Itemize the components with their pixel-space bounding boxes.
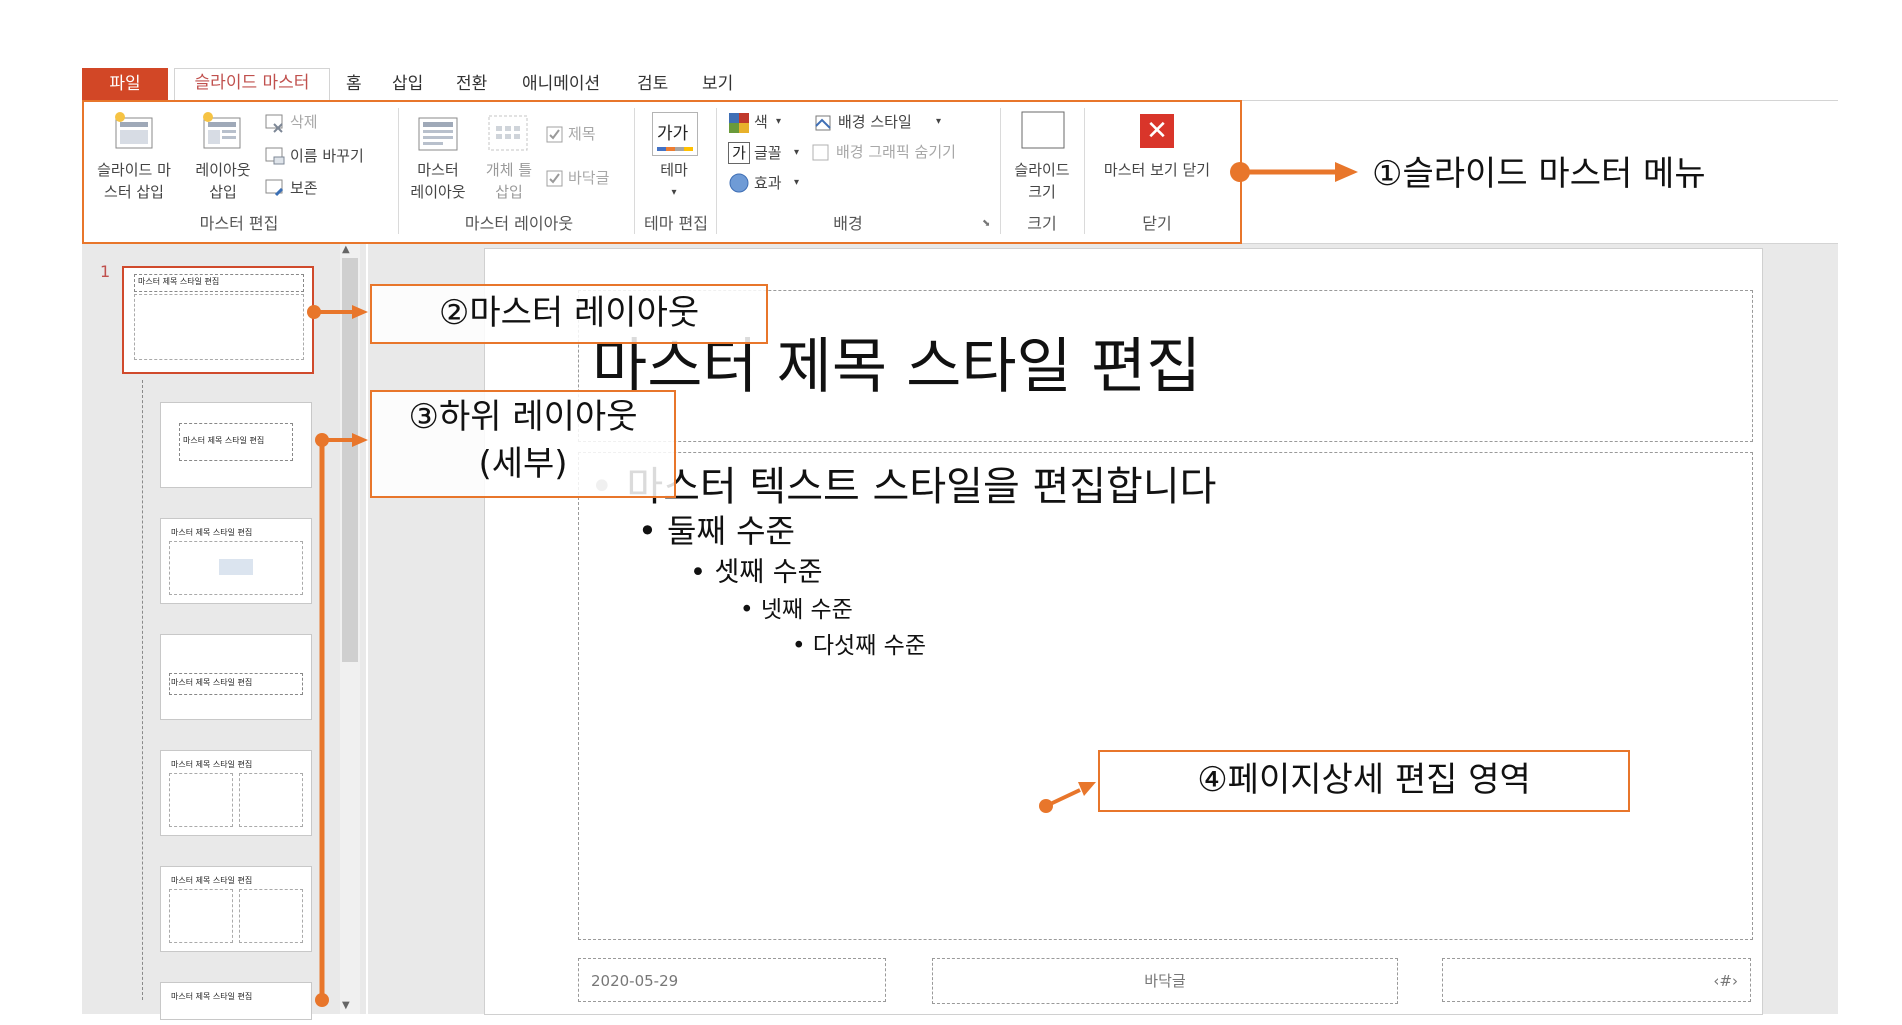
- annotation-sub-layout-line-2: (세부): [478, 444, 568, 484]
- annotation-sub-layout-line-1: ③하위 레이아웃: [408, 397, 638, 437]
- annotation-page-edit-area: ④페이지상세 편집 영역: [1098, 750, 1630, 812]
- annotation-master-layout: ②마스터 레이아웃: [370, 284, 768, 344]
- annotation-sub-layout: ③하위 레이아웃 (세부): [370, 390, 676, 498]
- annotation-slide-master-menu: ①슬라이드 마스터 메뉴: [1372, 154, 1706, 194]
